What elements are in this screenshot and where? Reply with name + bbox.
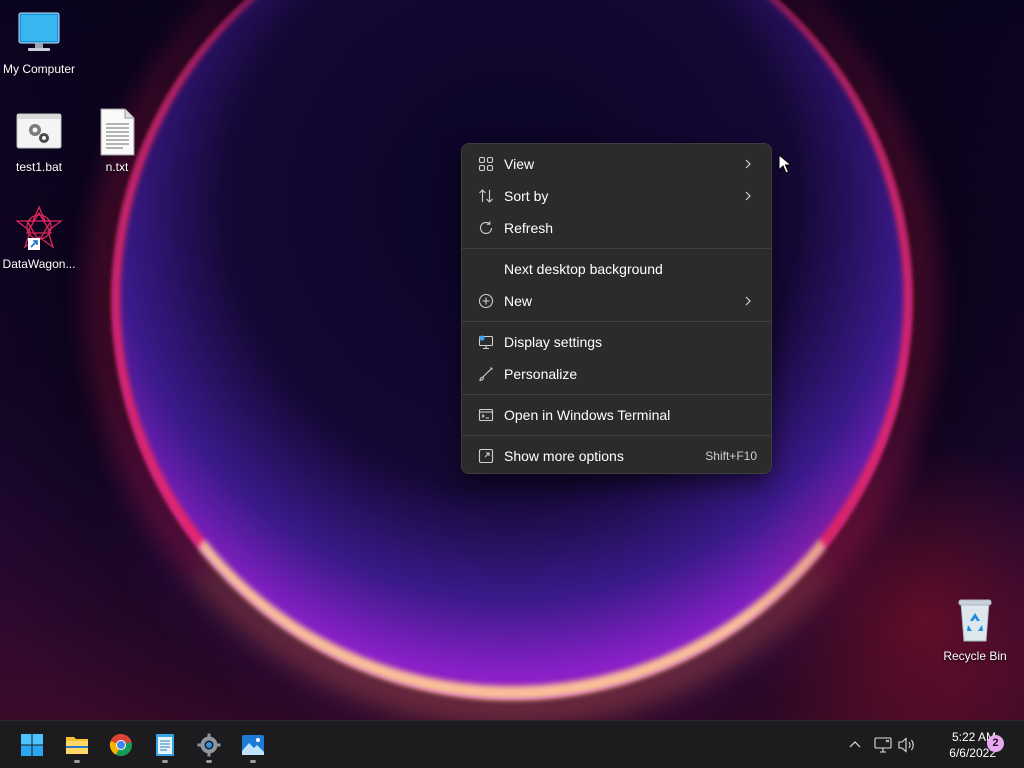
wallpaper-corner-glow — [744, 440, 1024, 720]
menu-item-display-settings[interactable]: Display settings — [466, 326, 767, 358]
taskbar-notepad[interactable] — [147, 727, 183, 763]
desktop-icon-recycle-bin[interactable]: Recycle Bin — [936, 597, 1014, 664]
network-icon — [874, 737, 892, 753]
notepad-icon — [156, 734, 174, 756]
recycle-bin-icon — [951, 597, 999, 645]
menu-item-label: Personalize — [504, 366, 578, 382]
refresh-icon — [478, 220, 494, 236]
mouse-pointer-icon — [778, 153, 793, 179]
windows-start-icon — [21, 734, 43, 756]
menu-item-next-desktop-background[interactable]: Next desktop background — [466, 253, 767, 285]
batch-file-icon — [15, 108, 63, 156]
taskbar-photos[interactable] — [235, 727, 271, 763]
clock-date: 6/6/2022 — [949, 746, 996, 760]
menu-item-label: Open in Windows Terminal — [504, 407, 671, 423]
speaker-icon — [898, 737, 914, 753]
running-indicator — [250, 760, 256, 763]
menu-separator — [462, 435, 771, 436]
menu-separator — [462, 394, 771, 395]
more-options-icon — [478, 448, 494, 464]
menu-item-label: View — [504, 156, 535, 172]
desktop-icon-label: Recycle Bin — [943, 649, 1007, 663]
folder-icon — [66, 737, 88, 754]
grid-view-icon — [478, 156, 494, 172]
menu-item-new[interactable]: New — [466, 285, 767, 317]
menu-item-sort-by[interactable]: Sort by — [466, 180, 767, 212]
taskbar-settings[interactable] — [191, 727, 227, 763]
chevron-right-icon — [743, 156, 753, 172]
taskbar-chrome[interactable] — [103, 727, 139, 763]
running-indicator — [206, 760, 212, 763]
taskbar-clock[interactable]: 5:22 AM 6/6/2022 — [920, 729, 996, 761]
desktop-icon-datawagon[interactable]: DataWagon... — [0, 205, 78, 272]
menu-item-label: New — [504, 293, 533, 309]
menu-item-refresh[interactable]: Refresh — [466, 212, 767, 244]
desktop-context-menu: View Sort by Refresh Next desktop backgr… — [461, 143, 772, 474]
notification-badge[interactable]: 2 — [987, 735, 1004, 752]
settings-gear-icon — [197, 733, 221, 757]
network-status-button[interactable] — [872, 721, 894, 768]
clock-time: 5:22 AM — [951, 730, 996, 744]
desktop-icon-n-txt[interactable]: n.txt — [78, 108, 156, 175]
desktop-icon-label: test1.bat — [15, 160, 63, 174]
photos-icon — [242, 735, 264, 755]
menu-item-label: Refresh — [504, 220, 554, 236]
text-file-icon — [93, 108, 141, 156]
chrome-icon — [109, 733, 132, 756]
display-settings-icon — [478, 334, 494, 350]
taskbar-start-button[interactable] — [14, 727, 50, 763]
desktop-icon-label: My Computer — [2, 62, 76, 76]
menu-item-personalize[interactable]: Personalize — [466, 358, 767, 390]
menu-item-label: Show more options — [504, 448, 624, 464]
menu-item-label: Next desktop background — [504, 261, 663, 277]
running-indicator — [162, 760, 168, 763]
desktop-icon-test1-bat[interactable]: test1.bat — [0, 108, 78, 175]
taskbar: 5:22 AM 6/6/2022 — [0, 720, 1024, 768]
menu-item-view[interactable]: View — [466, 148, 767, 180]
menu-item-show-more-options[interactable]: Show more options Shift+F10 — [466, 440, 767, 472]
volume-button[interactable] — [897, 721, 919, 768]
desktop-icon-label: DataWagon... — [2, 257, 76, 271]
chevron-right-icon — [743, 188, 753, 204]
brush-icon — [478, 366, 494, 382]
menu-separator — [462, 248, 771, 249]
sort-icon — [478, 188, 494, 204]
app-shortcut-icon — [15, 205, 63, 253]
menu-item-label: Sort by — [504, 188, 549, 204]
running-indicator — [74, 760, 80, 763]
menu-separator — [462, 321, 771, 322]
terminal-icon — [478, 407, 494, 423]
chevron-right-icon — [743, 293, 753, 309]
menu-item-label: Display settings — [504, 334, 603, 350]
monitor-icon — [15, 10, 63, 58]
desktop-icon-label: n.txt — [105, 160, 129, 174]
menu-item-open-in-windows-terminal[interactable]: Open in Windows Terminal — [466, 399, 767, 431]
plus-circle-icon — [478, 293, 494, 309]
taskbar-file-explorer[interactable] — [59, 727, 95, 763]
desktop-icon-my-computer[interactable]: My Computer — [0, 10, 78, 77]
keyboard-shortcut: Shift+F10 — [705, 449, 757, 463]
chevron-up-icon — [849, 741, 861, 748]
show-hidden-icons-button[interactable] — [845, 721, 865, 768]
